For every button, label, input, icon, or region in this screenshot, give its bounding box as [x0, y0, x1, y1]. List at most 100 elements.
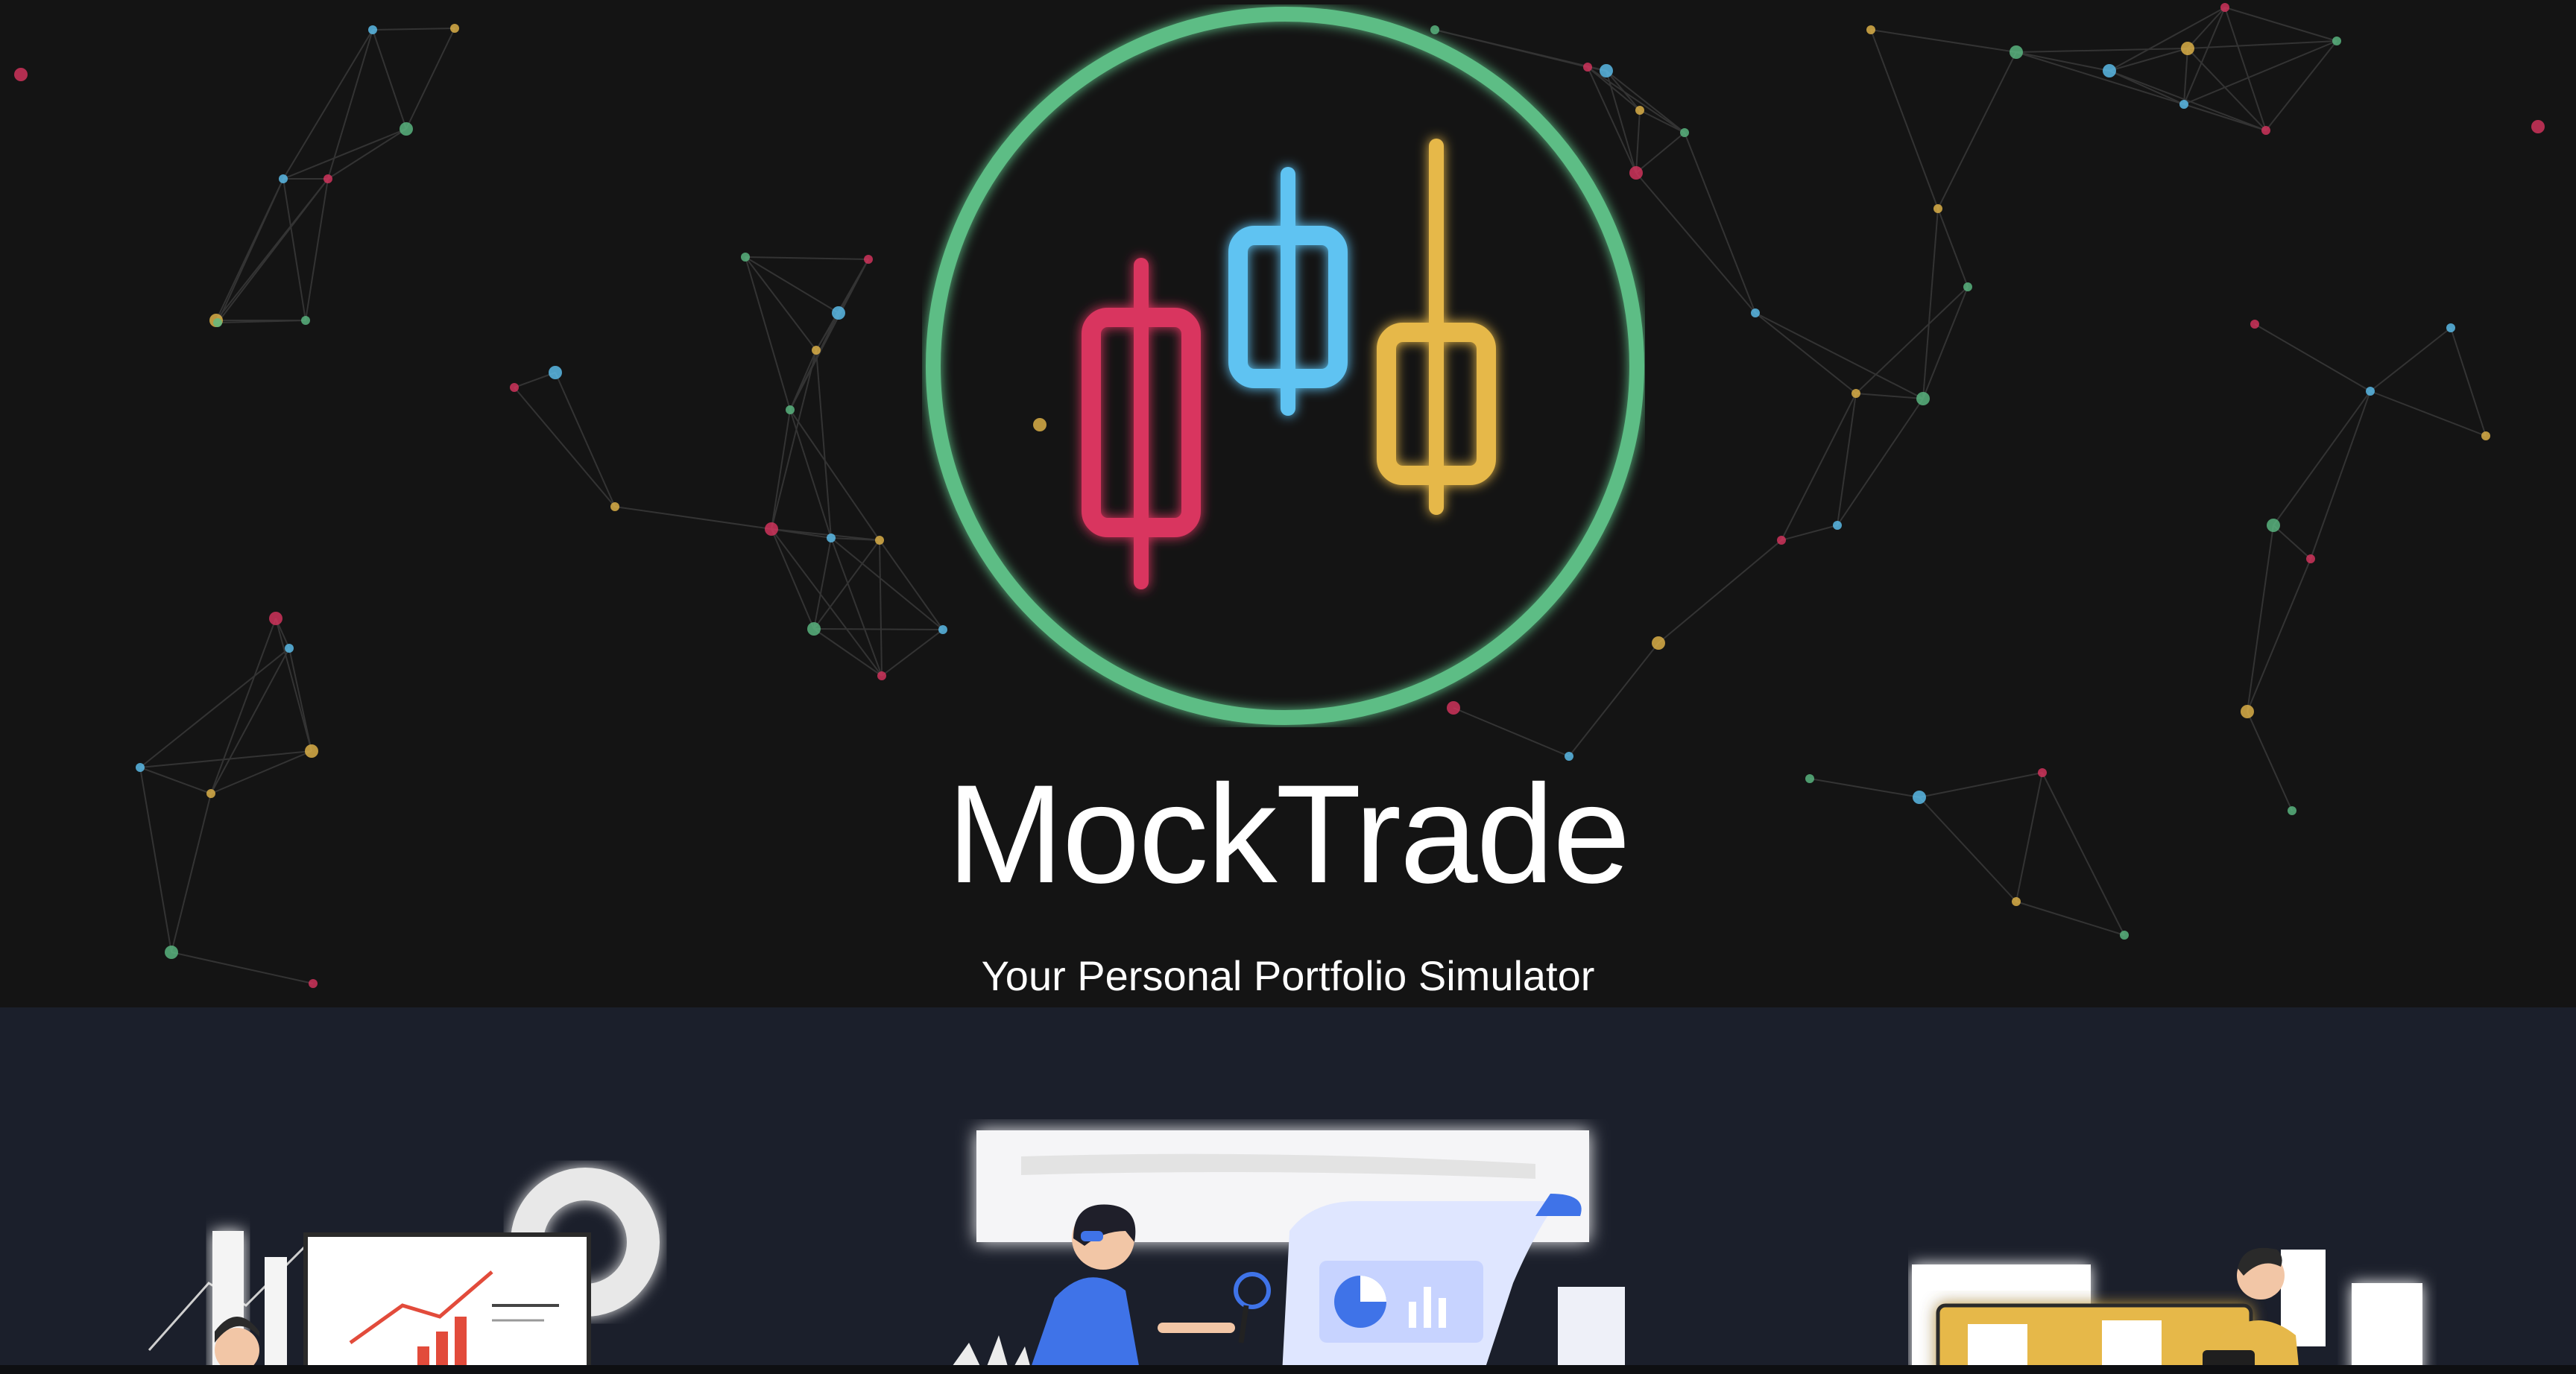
- network-node: [741, 253, 750, 262]
- network-line: [327, 128, 407, 180]
- network-line: [1635, 172, 1756, 314]
- network-line: [2015, 901, 2125, 936]
- candlestick-logo-icon: [926, 7, 1644, 725]
- network-node: [765, 522, 778, 536]
- network-line: [2015, 48, 2188, 53]
- network-node: [2267, 519, 2280, 532]
- network-node: [269, 612, 282, 625]
- network-line: [1937, 51, 2017, 209]
- analytics-presentation-illustration: [148, 1168, 660, 1374]
- network-node: [2120, 931, 2129, 940]
- network-line: [2247, 525, 2274, 712]
- network-node: [1866, 25, 1875, 34]
- network-line: [1755, 312, 1857, 394]
- network-line: [614, 506, 772, 530]
- research-report-illustration: [947, 1130, 1625, 1374]
- network-node: [2181, 42, 2194, 55]
- network-line: [789, 409, 880, 541]
- bottom-divider: [0, 1365, 2576, 1374]
- network-line: [1781, 393, 1857, 541]
- network-node: [807, 622, 821, 636]
- network-node: [812, 346, 821, 355]
- network-line: [2273, 390, 2371, 526]
- network-node: [877, 671, 886, 680]
- network-node: [1833, 521, 1842, 530]
- network-node: [2446, 323, 2455, 332]
- network-node: [2220, 3, 2229, 12]
- brand-subtitle: Your Personal Portfolio Simulator: [981, 952, 1595, 999]
- network-node: [610, 502, 619, 511]
- network-line: [1684, 132, 1756, 314]
- network-node: [2103, 64, 2116, 77]
- network-line: [2370, 327, 2452, 392]
- network-node: [1852, 389, 1860, 398]
- network-line: [771, 528, 880, 541]
- network-line: [2015, 51, 2185, 105]
- network-node: [1933, 204, 1942, 213]
- network-node: [368, 25, 377, 34]
- network-node: [305, 744, 318, 758]
- network-line: [815, 349, 832, 539]
- network-line: [771, 349, 817, 530]
- network-node: [2366, 387, 2375, 396]
- network-node: [1777, 536, 1786, 545]
- network-node: [1963, 282, 1972, 291]
- network-line: [745, 256, 869, 260]
- network-node: [450, 24, 459, 33]
- network-line: [1781, 525, 1838, 541]
- network-line: [327, 29, 373, 180]
- network-line: [813, 537, 832, 630]
- network-line: [1922, 208, 1939, 399]
- network-node: [510, 383, 519, 392]
- candle-red: [1082, 258, 1201, 589]
- network-node: [213, 318, 222, 327]
- network-line: [2187, 7, 2226, 49]
- network-line: [771, 409, 791, 530]
- network-line: [1837, 398, 1924, 526]
- network-line: [879, 539, 883, 677]
- candle-yellow: [1377, 139, 1496, 515]
- network-node: [827, 534, 836, 542]
- hero-section: MockTrade Your Personal Portfolio Simula…: [0, 0, 2576, 1007]
- network-node: [2010, 45, 2023, 59]
- network-node: [279, 174, 288, 183]
- network-line: [2254, 323, 2371, 392]
- network-node: [2261, 126, 2270, 135]
- network-line: [2310, 390, 2371, 560]
- network-line: [288, 648, 312, 752]
- network-line: [745, 256, 817, 351]
- network-line: [1855, 286, 1969, 394]
- network-line: [305, 178, 329, 321]
- network-line: [2224, 7, 2337, 42]
- network-line: [372, 28, 455, 31]
- network-line: [1937, 208, 1969, 288]
- network-line: [813, 628, 883, 677]
- network-node: [2241, 705, 2254, 718]
- network-line: [139, 648, 290, 768]
- network-line: [2224, 7, 2267, 131]
- network-node: [832, 306, 845, 320]
- network-line: [282, 29, 373, 180]
- network-node: [549, 366, 562, 379]
- network-line: [1870, 29, 1939, 209]
- network-line: [771, 528, 815, 630]
- network-node: [1652, 636, 1665, 650]
- network-line: [2265, 40, 2337, 131]
- brand-title: MockTrade: [947, 756, 1630, 912]
- network-line: [2370, 390, 2487, 437]
- network-line: [1658, 539, 1782, 644]
- network-node: [301, 316, 310, 325]
- network-node: [864, 255, 873, 264]
- network-line: [372, 29, 407, 130]
- network-node: [323, 174, 332, 183]
- network-node: [875, 536, 884, 545]
- network-line: [771, 528, 883, 677]
- network-node: [786, 405, 795, 414]
- network-node: [1751, 308, 1760, 317]
- network-line: [1755, 312, 1924, 399]
- network-line: [789, 409, 832, 539]
- network-line: [2015, 51, 2110, 72]
- network-line: [275, 618, 312, 752]
- network-line: [2450, 327, 2487, 437]
- network-node: [2481, 431, 2490, 440]
